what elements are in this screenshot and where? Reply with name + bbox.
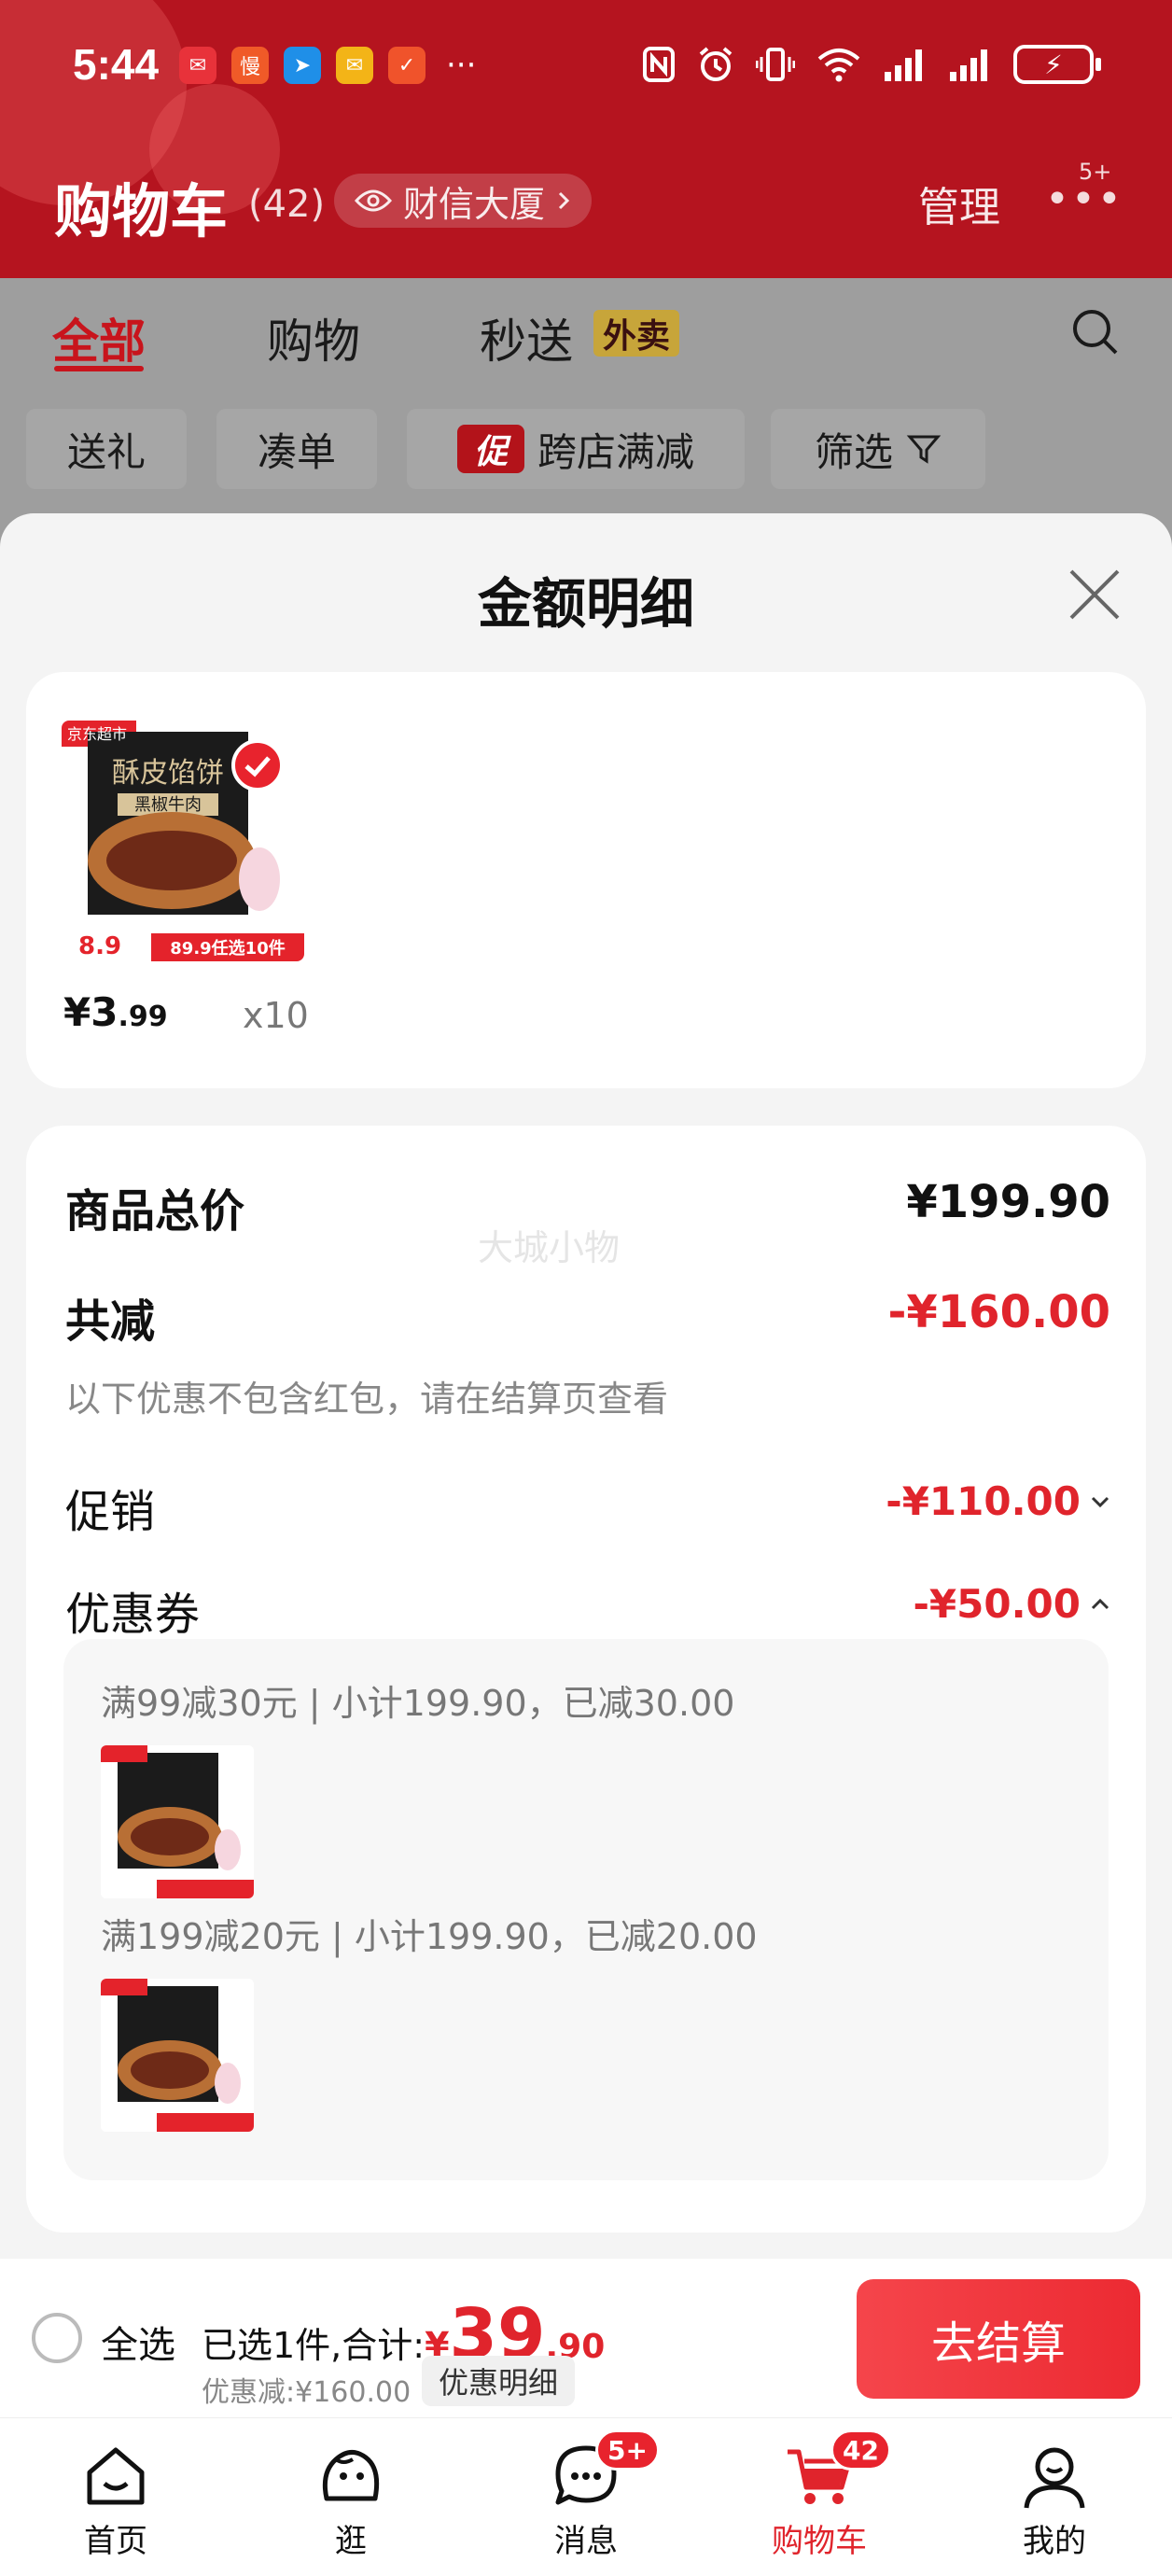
price-breakdown-card: 大城小物 商品总价 ¥199.90 共减 -¥160.00 以下优惠不包含红包，…: [26, 1126, 1146, 2233]
product-price-int: ¥3: [63, 989, 119, 1035]
checkout-bar: 全选 已选1件,合计: ¥ 39 .90 优惠减:¥160.00 优惠明细 去结…: [0, 2259, 1172, 2417]
selected-check-icon[interactable]: [231, 739, 284, 791]
close-icon[interactable]: [1064, 564, 1125, 625]
product-image-flavor: 黑椒牛肉: [134, 795, 202, 815]
nav-browse[interactable]: 逛: [258, 2418, 444, 2576]
chip-bundle-label: 凑单: [257, 428, 336, 475]
tab-all[interactable]: 全部: [52, 304, 146, 371]
reduction-note: 以下优惠不包含红包，请在结算页查看: [65, 1379, 669, 1420]
tab-shopping[interactable]: 购物: [267, 304, 360, 371]
address-selector[interactable]: 财信大厦: [334, 174, 593, 228]
promotion-row[interactable]: -¥110.00: [886, 1478, 1110, 1524]
alarm-icon: [699, 47, 732, 81]
total-reduction-label: 共减: [65, 1295, 156, 1348]
cart-badge: 42: [830, 2429, 891, 2471]
total-reduction-value: -¥160.00: [887, 1286, 1110, 1338]
chevron-down-icon: [1091, 1496, 1109, 1507]
coupon-row[interactable]: -¥50.00: [913, 1581, 1110, 1627]
product-price-dec: .99: [118, 1001, 168, 1033]
select-all-label[interactable]: 全选: [101, 2315, 175, 2369]
manage-button[interactable]: 管理: [918, 174, 1000, 233]
discount-amount: 优惠减:¥160.00: [202, 2376, 412, 2409]
nav-cart-label: 购物车: [772, 2523, 867, 2560]
page-title: 购物车: [54, 177, 229, 245]
promotion-value: -¥110.00: [886, 1478, 1081, 1524]
coupon-details: 满99减30元 | 小计199.90，已减30.00 满199减20元 | 小计…: [63, 1639, 1109, 2180]
search-icon[interactable]: [1069, 306, 1122, 358]
map-app-icon: ➤: [284, 47, 321, 84]
chip-cross-store-label: 跨店满减: [537, 428, 694, 475]
product-image-brand: 京东超市: [67, 725, 127, 743]
nav-browse-label: 逛: [335, 2523, 367, 2560]
header: 5:44 ✉ 慢 ➤ ✉ ✓ ··· ⚡ 购物车 (42) 财信大厦 管理 ••…: [0, 0, 1172, 278]
sheet-title: 金额明细: [477, 572, 694, 636]
product-price: ¥3.99: [63, 989, 168, 1035]
eye-icon: [355, 189, 392, 212]
nav-messages[interactable]: 5+ 消息: [493, 2418, 679, 2576]
coupon-rule-2: 满199减20元 | 小计199.90，已减20.00: [101, 1916, 758, 1957]
more-badge: 5+: [1079, 159, 1112, 185]
product-quantity: x10: [243, 995, 309, 1036]
message-app-icon: ✉: [336, 47, 373, 84]
coupon-product-thumbnail-2: [101, 1979, 254, 2132]
tab-indicator: [54, 366, 144, 371]
coupon-product-thumbnail-1: [101, 1745, 254, 1898]
mail-app-icon: ✉: [179, 47, 216, 84]
chip-gift[interactable]: 送礼: [26, 409, 187, 489]
chip-cross-store[interactable]: 促 跨店满减: [407, 409, 745, 489]
coupon-value: -¥50.00: [913, 1581, 1081, 1627]
coupon-rule-1: 满99减30元 | 小计199.90，已减30.00: [101, 1683, 735, 1724]
chevron-right-icon: [558, 191, 570, 210]
product-image-price: 8.9: [78, 932, 121, 960]
selected-count: 已选1件,合计:: [202, 2325, 426, 2366]
nav-profile-label: 我的: [1023, 2523, 1086, 2560]
address-label: 财信大厦: [403, 183, 546, 225]
chip-gift-label: 送礼: [66, 428, 146, 475]
nav-messages-label: 消息: [554, 2523, 618, 2560]
wifi-icon: [817, 49, 860, 82]
watermark: 大城小物: [478, 1227, 621, 1268]
promotion-label: 促销: [65, 1486, 156, 1538]
vibrate-icon: [756, 48, 795, 81]
shop-app-icon: ✓: [388, 47, 426, 84]
nav-cart[interactable]: 42 购物车: [726, 2418, 913, 2576]
profile-icon: [1024, 2447, 1085, 2509]
filter-icon: [906, 435, 942, 464]
browse-icon: [322, 2450, 380, 2501]
more-notifications-icon: ···: [446, 47, 477, 84]
amount-detail-sheet: 金额明细 酥皮馅饼 黑椒牛肉 京东超市 8.9 89.9任选10件 ¥3.99 …: [0, 513, 1172, 2259]
nav-home[interactable]: 首页: [22, 2418, 209, 2576]
home-icon: [87, 2447, 145, 2505]
signal-icon-2: [950, 49, 987, 81]
notification-icons: ✉ 慢 ➤ ✉ ✓ ···: [179, 47, 476, 84]
clock: 5:44: [73, 40, 160, 89]
takeout-badge: 外卖: [593, 310, 680, 357]
product-card: 酥皮馅饼 黑椒牛肉 京东超市 8.9 89.9任选10件 ¥3.99 x10: [26, 672, 1146, 1088]
video-app-icon: 慢: [231, 47, 269, 84]
select-all-checkbox[interactable]: [32, 2313, 82, 2363]
chevron-up-icon: [1091, 1598, 1109, 1609]
coupon-label: 优惠券: [65, 1589, 201, 1641]
signal-icon-1: [885, 49, 922, 81]
product-image-name: 酥皮馅饼: [112, 757, 224, 790]
bottom-nav: 首页 逛 5+ 消息 42 购物车 我的: [0, 2417, 1172, 2576]
messages-badge: 5+: [595, 2429, 660, 2471]
discount-detail-button[interactable]: 优惠明细: [422, 2356, 576, 2406]
chip-filter-label: 筛选: [814, 428, 893, 475]
chip-bundle[interactable]: 凑单: [216, 409, 377, 489]
total-price-value: ¥199.90: [906, 1176, 1110, 1228]
nfc-icon: [643, 47, 675, 82]
chip-filter[interactable]: 筛选: [771, 409, 985, 489]
cart-count: (42): [248, 183, 326, 226]
checkout-button[interactable]: 去结算: [857, 2279, 1140, 2399]
battery-icon: ⚡: [1013, 45, 1101, 84]
product-image-promo: 89.9任选10件: [170, 938, 285, 959]
promo-icon: 促: [456, 425, 524, 473]
tab-instant[interactable]: 秒送: [480, 304, 573, 371]
nav-profile[interactable]: 我的: [961, 2418, 1148, 2576]
system-icons: ⚡: [642, 45, 1101, 84]
total-price-label: 商品总价: [65, 1185, 245, 1238]
status-bar: 5:44 ✉ 慢 ➤ ✉ ✓ ··· ⚡: [0, 37, 1172, 93]
nav-home-label: 首页: [84, 2523, 147, 2560]
